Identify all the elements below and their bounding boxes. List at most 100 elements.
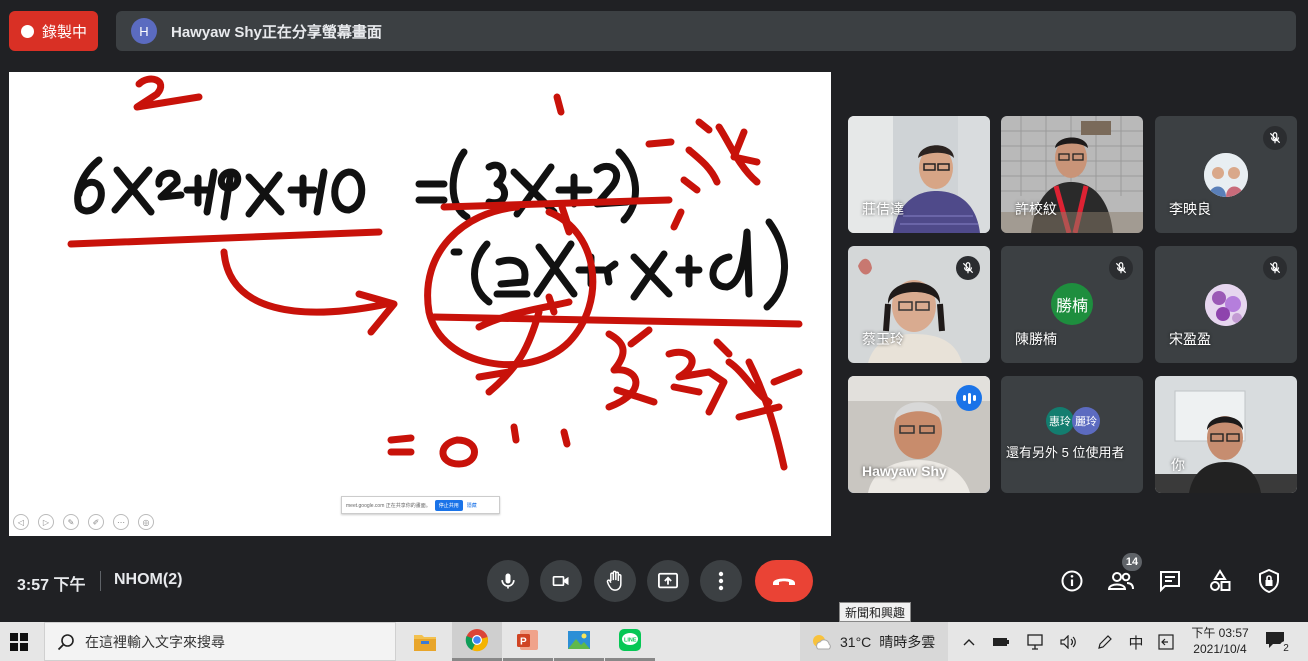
mic-off-icon — [1263, 126, 1287, 150]
presentation-toolbar: ◁ ▷ ✎ ✐ ⋯ ◎ — [13, 514, 154, 530]
people-icon — [1108, 572, 1134, 590]
windows-start-button[interactable] — [10, 633, 28, 656]
more-icon[interactable]: ⋯ — [113, 514, 129, 530]
participant-name: 你 — [1171, 457, 1185, 473]
taskbar-file-explorer[interactable] — [400, 622, 450, 661]
presenter-avatar: H — [131, 18, 157, 44]
shield-lock-icon — [1259, 569, 1279, 593]
hang-up-icon — [773, 578, 795, 585]
taskbar-chrome[interactable] — [452, 622, 502, 661]
chat-icon — [1160, 571, 1180, 593]
mic-off-icon — [1263, 256, 1287, 280]
meeting-details-button[interactable] — [1057, 566, 1087, 596]
clock-date: 2021/10/4 — [1193, 642, 1247, 656]
hide-notice-link[interactable]: 隱藏 — [467, 502, 477, 509]
participant-name: Hawyaw Shy — [862, 463, 947, 479]
participant-tile[interactable]: 宋盈盈 — [1155, 246, 1297, 363]
host-controls-button[interactable] — [1254, 566, 1284, 596]
people-count-badge: 14 — [1122, 553, 1142, 571]
hand-icon — [606, 570, 622, 591]
share-notice-text: meet.google.com 正在共享你的畫面。 — [346, 502, 431, 509]
taskbar-clock[interactable]: 下午 03:57 2021/10/4 — [1186, 625, 1254, 657]
more-options-button[interactable] — [700, 560, 742, 602]
photos-icon — [568, 631, 590, 649]
notification-count: 2 — [1279, 641, 1293, 655]
avatar-initials: 麗玲 — [1075, 416, 1097, 428]
participant-name: 蔡玉玲 — [862, 331, 904, 347]
participant-tile[interactable]: 許校紋 — [1001, 116, 1143, 233]
presenter-banner: H Hawyaw Shy正在分享螢幕畫面 — [116, 11, 1296, 51]
weather-temperature: 31°C — [840, 633, 872, 650]
camera-button[interactable] — [540, 560, 582, 602]
svg-text:P: P — [520, 637, 527, 648]
participant-tile[interactable]: 蔡玉玲 — [848, 246, 990, 363]
avatar-initials: 惠玲 — [1049, 416, 1071, 428]
weather-widget[interactable]: 31°C 晴時多雲 — [800, 622, 948, 661]
taskbar: 在這裡輸入文字來搜尋 P LINE 31°C 晴時多雲 中 下午 03:57 2… — [0, 622, 1308, 661]
shapes-icon — [1210, 569, 1231, 591]
network-icon[interactable] — [1024, 632, 1046, 652]
present-screen-button[interactable] — [647, 560, 689, 602]
next-icon[interactable]: ▷ — [38, 514, 54, 530]
info-icon — [1061, 570, 1083, 592]
record-dot-icon — [21, 24, 34, 38]
participant-tile-active-speaker[interactable]: Hawyaw Shy — [848, 376, 990, 493]
line-icon: LINE — [619, 629, 641, 651]
participant-name: 李映良 — [1169, 201, 1211, 217]
participant-tile[interactable]: 莊佶達 — [848, 116, 990, 233]
end-call-button[interactable] — [755, 560, 813, 602]
search-placeholder: 在這裡輸入文字來搜尋 — [85, 633, 225, 650]
taskbar-search[interactable]: 在這裡輸入文字來搜尋 — [44, 622, 396, 661]
speaking-indicator-icon — [956, 385, 982, 411]
more-vert-icon — [718, 571, 724, 591]
participant-name: 陳勝楠 — [1015, 331, 1057, 347]
battery-icon[interactable] — [990, 632, 1012, 652]
taskbar-photos[interactable] — [554, 622, 604, 661]
recording-indicator[interactable]: 錄製中 — [9, 11, 98, 51]
participant-tile[interactable]: 李映良 — [1155, 116, 1297, 233]
weather-partly-cloudy-icon — [813, 634, 831, 649]
windows-icon — [10, 633, 28, 651]
search-icon — [57, 633, 74, 650]
powerpoint-icon: P — [517, 630, 538, 650]
pen-icon[interactable]: ✎ — [63, 514, 79, 530]
handwriting-canvas — [67, 75, 803, 471]
stop-sharing-button[interactable]: 停止共用 — [434, 499, 463, 511]
folder-icon — [414, 634, 436, 651]
video-feed — [1155, 376, 1297, 493]
raise-hand-button[interactable] — [594, 560, 636, 602]
microphone-icon — [501, 573, 515, 589]
divider — [100, 571, 101, 591]
ime-indicator[interactable]: 中 — [1125, 632, 1147, 652]
presenter-text: Hawyaw Shy正在分享螢幕畫面 — [171, 23, 382, 41]
avatar — [1204, 153, 1248, 197]
avatar: 惠玲 — [1046, 407, 1074, 435]
recording-label: 錄製中 — [42, 23, 88, 41]
chrome-icon — [465, 629, 488, 652]
ime-mode-icon[interactable] — [1155, 632, 1177, 652]
microphone-button[interactable] — [487, 560, 529, 602]
taskbar-powerpoint[interactable]: P — [503, 622, 553, 661]
participant-tile-self[interactable]: 你 — [1155, 376, 1297, 493]
chat-button[interactable] — [1155, 566, 1185, 596]
laser-icon[interactable]: ◎ — [138, 514, 154, 530]
highlighter-icon[interactable]: ✐ — [88, 514, 104, 530]
participant-tile-others[interactable]: 惠玲 麗玲 還有另外 5 位使用者 — [1001, 376, 1143, 493]
previous-icon[interactable]: ◁ — [13, 514, 29, 530]
mic-off-icon — [1109, 256, 1133, 280]
screen-share-notice: meet.google.com 正在共享你的畫面。 停止共用 隱藏 — [341, 496, 500, 514]
taskbar-line[interactable]: LINE — [605, 622, 655, 661]
participant-tile[interactable]: 勝楠 陳勝楠 — [1001, 246, 1143, 363]
participant-name: 莊佶達 — [862, 201, 904, 217]
news-tooltip: 新聞和興趣 — [839, 602, 912, 622]
show-hidden-icons-chevron-up-icon[interactable] — [958, 632, 980, 652]
participant-name: 還有另外 5 位使用者 — [1006, 445, 1125, 460]
avatar-initials: 勝楠 — [1055, 298, 1088, 315]
pen-workspace-icon[interactable] — [1094, 632, 1116, 652]
shared-screen: meet.google.com 正在共享你的畫面。 停止共用 隱藏 ◁ ▷ ✎ … — [9, 72, 831, 536]
avatar: 勝楠 — [1051, 283, 1093, 325]
volume-icon[interactable] — [1058, 632, 1080, 652]
meeting-code: NHOM(2) — [114, 571, 183, 588]
activities-button[interactable] — [1205, 566, 1235, 596]
weather-description: 晴時多雲 — [879, 633, 936, 650]
